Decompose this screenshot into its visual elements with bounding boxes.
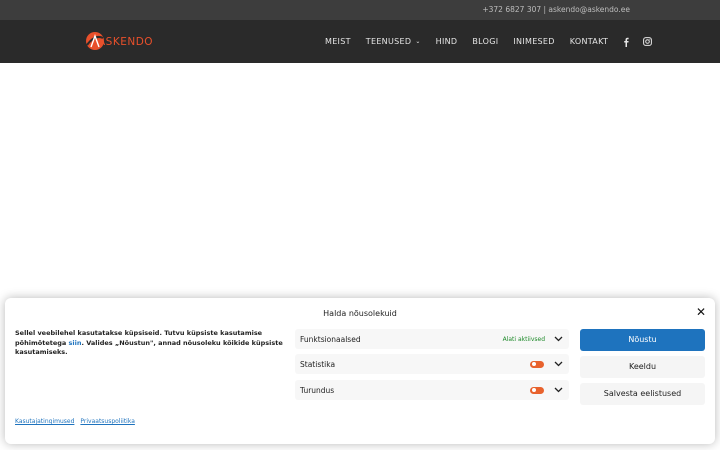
accept-button[interactable]: Nõustu — [580, 329, 705, 351]
statistics-toggle[interactable] — [530, 360, 544, 368]
category-statistics[interactable]: Statistika — [295, 354, 569, 374]
facebook-icon[interactable] — [623, 37, 629, 47]
nav-item-meist[interactable]: MEIST — [325, 37, 351, 46]
save-preferences-button[interactable]: Salvesta eelistused — [580, 383, 705, 405]
category-marketing[interactable]: Turundus — [295, 380, 569, 400]
main-navbar: ASKENDO MEIST TEENUSED ⌄ HIND BLOGI INIME… — [0, 20, 720, 63]
chevron-down-icon: ⌄ — [415, 38, 421, 45]
nav-item-kontakt[interactable]: KONTAKT — [570, 37, 608, 46]
chevron-down-icon[interactable] — [553, 359, 563, 369]
contact-info: +372 6827 307 | askendo@askendo.ee — [482, 5, 630, 14]
consent-title: Halda nõusolekuid — [323, 309, 397, 318]
deny-button[interactable]: Keeldu — [580, 356, 705, 378]
instagram-icon[interactable] — [643, 37, 653, 46]
nav-item-inimesed[interactable]: INIMESED — [513, 37, 554, 46]
close-icon[interactable]: ✕ — [696, 306, 706, 318]
nav-item-hind[interactable]: HIND — [436, 37, 458, 46]
terms-link[interactable]: Kasutajatingimused — [15, 418, 74, 425]
logo-mark-icon — [84, 30, 106, 52]
nav-item-blogi[interactable]: BLOGI — [472, 37, 498, 46]
top-contact-bar: +372 6827 307 | askendo@askendo.ee — [0, 0, 720, 20]
chevron-down-icon[interactable] — [553, 385, 563, 395]
nav-item-teenused[interactable]: TEENUSED ⌄ — [366, 37, 421, 46]
consent-message: Sellel veebilehel kasutatakse küpsiseid.… — [15, 329, 283, 356]
policy-link[interactable]: siin — [69, 339, 82, 347]
logo-text: ASKENDO — [98, 36, 154, 48]
logo[interactable]: ASKENDO — [84, 29, 153, 53]
consent-footer-links: Kasutajatingimused Privaatsuspoliitika — [15, 418, 141, 425]
primary-nav: MEIST TEENUSED ⌄ HIND BLOGI INIMESED KONT… — [325, 20, 666, 63]
cookie-consent-banner: Halda nõusolekuid ✕ Sellel veebilehel ka… — [5, 298, 715, 444]
privacy-policy-link[interactable]: Privaatsuspoliitika — [80, 418, 135, 425]
always-active-label: Alati aktiivsed — [502, 335, 545, 343]
category-functional[interactable]: Funktsionaalsed Alati aktiivsed — [295, 329, 569, 349]
marketing-toggle[interactable] — [530, 386, 544, 394]
chevron-down-icon[interactable] — [553, 334, 563, 344]
